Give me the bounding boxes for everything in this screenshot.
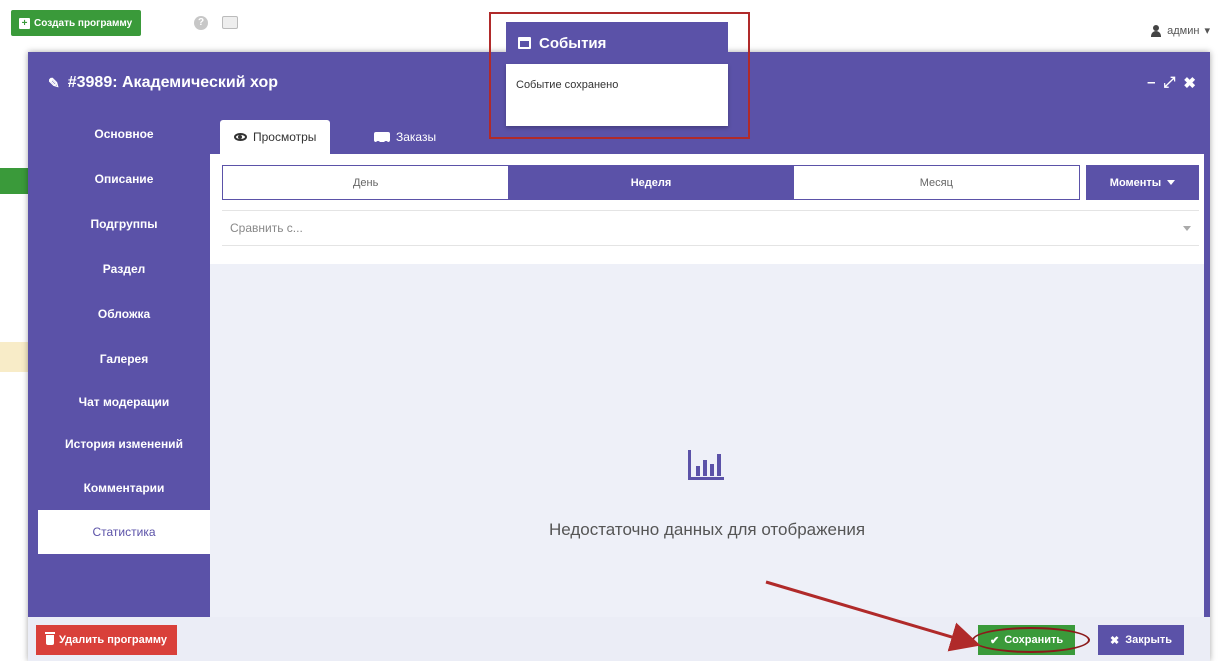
- background-green-button: [0, 168, 30, 194]
- tab-orders[interactable]: Заказы: [360, 120, 450, 154]
- notification-message: Событие сохранено: [516, 79, 619, 91]
- help-icon[interactable]: ?: [194, 16, 208, 30]
- delete-label: Удалить программу: [59, 634, 167, 646]
- create-program-button[interactable]: + Создать программу: [11, 10, 142, 36]
- period-day-button[interactable]: День: [223, 166, 508, 199]
- sidebar-item-history[interactable]: История изменений: [38, 422, 210, 466]
- user-menu[interactable]: админ ▾: [1150, 24, 1210, 37]
- create-program-label: Создать программу: [34, 17, 133, 29]
- notification-toast: События Событие сохранено: [506, 22, 728, 126]
- tab-views[interactable]: Просмотры: [220, 120, 331, 154]
- bar-chart-icon: [688, 450, 724, 480]
- keyboard-icon[interactable]: [222, 16, 238, 29]
- chart-empty-state: Недостаточно данных для отображения: [210, 264, 1204, 617]
- pencil-icon: ✎: [48, 74, 60, 91]
- check-icon: ✔: [990, 634, 1000, 647]
- sidebar-item-gallery[interactable]: Галерея: [38, 337, 210, 381]
- sidebar-item-description[interactable]: Описание: [38, 157, 210, 201]
- maximize-icon[interactable]: ⤢: [1163, 74, 1175, 92]
- sidebar-item-moderation-chat[interactable]: Чат модерации: [38, 380, 210, 424]
- notification-header: События: [506, 22, 728, 64]
- background-highlight-row: [0, 342, 30, 372]
- save-button[interactable]: ✔ Сохранить: [978, 625, 1076, 655]
- sidebar-item-comments[interactable]: Комментарии: [38, 466, 210, 510]
- tab-views-label: Просмотры: [253, 130, 317, 144]
- trash-icon: [45, 632, 55, 645]
- caret-down-icon: [1167, 180, 1176, 185]
- truck-icon: [374, 132, 390, 145]
- compare-placeholder: Сравнить с...: [230, 221, 303, 235]
- minimize-icon[interactable]: –: [1147, 74, 1155, 92]
- compare-select[interactable]: Сравнить с...: [222, 210, 1199, 246]
- user-name: админ: [1167, 24, 1200, 37]
- period-week-button[interactable]: Неделя: [508, 166, 794, 199]
- save-label: Сохранить: [1004, 634, 1064, 646]
- period-month-button[interactable]: Месяц: [794, 166, 1079, 199]
- user-icon: [1150, 24, 1162, 37]
- close-label: Закрыть: [1125, 634, 1172, 646]
- background-page-left: [0, 52, 30, 661]
- moments-label: Моменты: [1109, 176, 1162, 189]
- modal-sidebar: Основное Описание Подгруппы Раздел Облож…: [28, 112, 210, 617]
- empty-state-text: Недостаточно данных для отображения: [548, 520, 866, 539]
- tab-orders-label: Заказы: [396, 130, 437, 144]
- sidebar-item-section[interactable]: Раздел: [38, 247, 210, 291]
- moments-dropdown-button[interactable]: Моменты: [1086, 165, 1199, 200]
- notification-title: События: [539, 34, 607, 52]
- modal-footer: Удалить программу ✔ Сохранить ✖ Закрыть: [28, 617, 1210, 661]
- close-icon[interactable]: ✖: [1183, 74, 1196, 92]
- program-edit-modal: ✎ #3989: Академический хор – ⤢ ✖ Основно…: [28, 52, 1210, 661]
- sidebar-item-subgroups[interactable]: Подгруппы: [38, 202, 210, 246]
- eye-icon: [234, 133, 247, 141]
- window-controls: – ⤢ ✖: [1147, 74, 1196, 92]
- sidebar-item-cover[interactable]: Обложка: [38, 292, 210, 336]
- caret-down-icon: [1183, 226, 1191, 231]
- modal-title: ✎ #3989: Академический хор: [48, 74, 278, 92]
- modal-title-text: #3989: Академический хор: [67, 74, 279, 91]
- period-selector: День Неделя Месяц: [222, 165, 1080, 200]
- sidebar-item-main[interactable]: Основное: [38, 112, 210, 156]
- plus-icon: +: [19, 17, 30, 29]
- calendar-icon: [518, 37, 531, 49]
- sidebar-item-statistics[interactable]: Статистика: [38, 510, 210, 554]
- close-x-icon: ✖: [1110, 634, 1120, 647]
- delete-program-button[interactable]: Удалить программу: [36, 625, 177, 655]
- statistics-panel: Просмотры Заказы День Неделя Месяц Момен…: [210, 112, 1204, 617]
- close-button[interactable]: ✖ Закрыть: [1098, 625, 1184, 655]
- notification-body: Событие сохранено: [506, 64, 728, 126]
- chevron-down-icon: ▾: [1204, 25, 1210, 37]
